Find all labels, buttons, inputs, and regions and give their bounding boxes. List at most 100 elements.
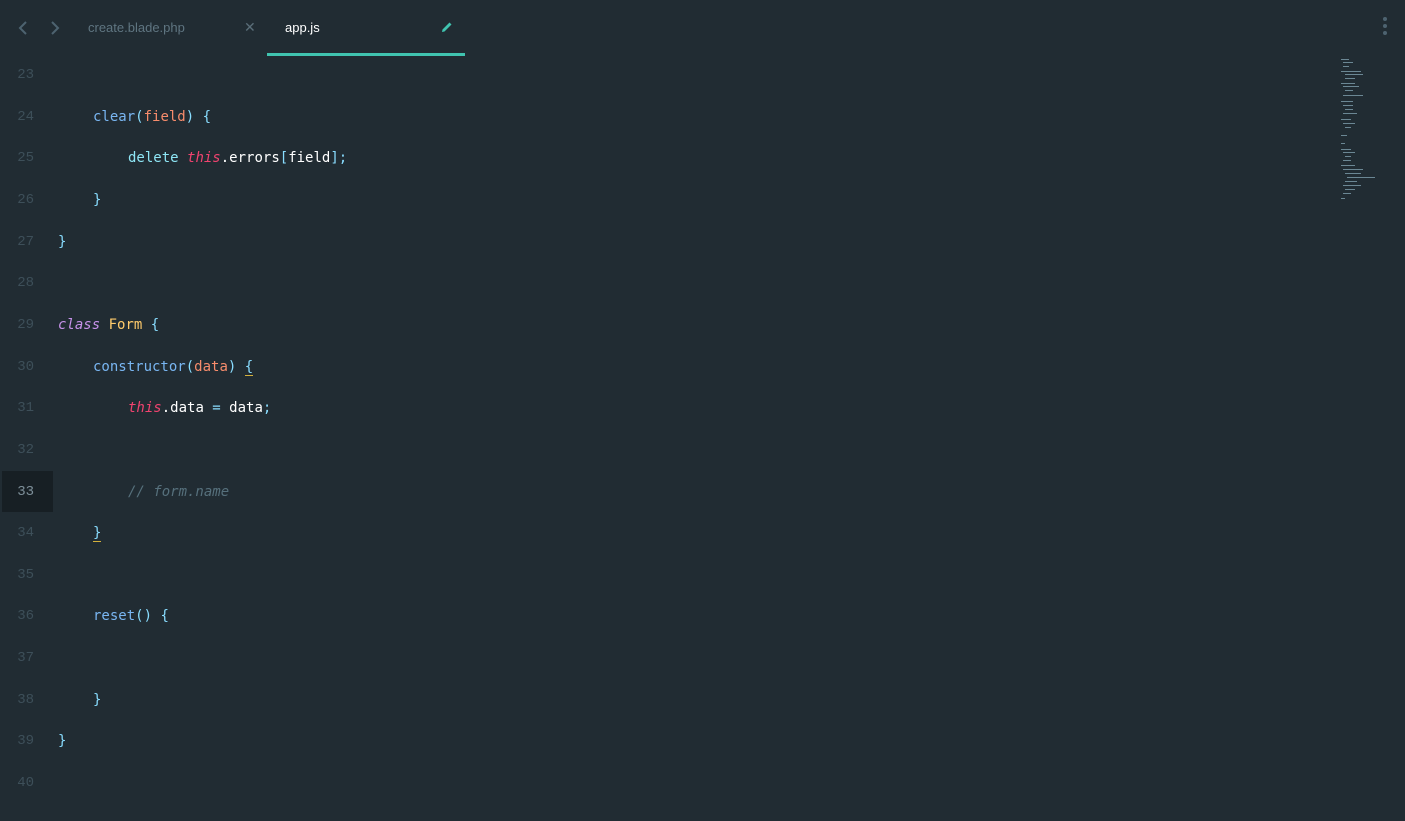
line-number: 31 <box>17 400 34 417</box>
line-number: 34 <box>17 525 34 542</box>
code-text: delete this.errors[field]; <box>128 149 347 167</box>
code-token: constructor <box>93 358 186 375</box>
code-token: data <box>170 400 204 417</box>
code-line[interactable]: 32 <box>0 429 1405 471</box>
code-token: Form <box>108 316 143 333</box>
line-number: 24 <box>17 108 34 125</box>
code-line[interactable]: 35 <box>0 554 1405 596</box>
code-line[interactable]: 40 <box>0 762 1405 804</box>
code-token: class <box>58 316 101 333</box>
code-line[interactable]: 26} <box>0 179 1405 221</box>
line-number: 39 <box>17 733 34 750</box>
code-token: } <box>93 691 102 708</box>
code-token: this <box>128 400 162 417</box>
code-token: field <box>143 108 186 125</box>
pencil-icon[interactable] <box>441 21 453 33</box>
code-text: class Form { <box>58 316 159 334</box>
code-line[interactable]: 39} <box>0 720 1405 762</box>
tab-bar: create.blade.php ✕ app.js <box>0 0 1405 56</box>
code-line[interactable]: 31 this.data = data; <box>0 387 1405 429</box>
forward-button[interactable] <box>46 18 62 38</box>
code-token: . <box>161 400 171 417</box>
code-token: { <box>202 108 212 125</box>
tab-label: create.blade.php <box>88 20 185 35</box>
code-line[interactable]: 24 clear(field) { <box>0 96 1405 138</box>
line-number: 28 <box>17 275 34 292</box>
line-number: 32 <box>17 441 34 458</box>
code-line[interactable]: 36 reset() { <box>0 595 1405 637</box>
code-token: data <box>229 400 263 417</box>
code-line[interactable]: 28 <box>0 262 1405 304</box>
back-button[interactable] <box>16 18 32 38</box>
code-token: } <box>93 191 102 208</box>
code-token: { <box>160 608 169 625</box>
code-text: } <box>58 732 66 750</box>
chevron-right-icon <box>51 21 60 35</box>
line-number: 36 <box>17 608 34 625</box>
code-line[interactable]: 27} <box>0 221 1405 263</box>
line-number: 26 <box>17 191 34 208</box>
code-text: constructor(data) { <box>93 358 254 376</box>
code-token: this <box>187 150 221 167</box>
chevron-left-icon <box>18 21 27 35</box>
code-token: } <box>93 525 102 543</box>
code-token: } <box>58 733 67 750</box>
code-token: [ <box>279 150 289 167</box>
code-token: field <box>288 150 331 167</box>
code-text: clear(field) { <box>93 108 211 126</box>
code-token: errors <box>229 150 280 167</box>
code-token: = <box>203 400 230 417</box>
code-text: // form.name <box>128 483 229 501</box>
code-token: } <box>58 233 67 250</box>
code-text: } <box>93 691 101 709</box>
line-number: 25 <box>17 150 34 167</box>
code-line[interactable]: 30 constructor(data) { <box>0 346 1405 388</box>
code-token: data <box>194 358 228 375</box>
line-number: 33 <box>17 483 34 500</box>
code-token: ( <box>135 108 144 125</box>
code-token: reset <box>93 608 136 625</box>
code-line[interactable]: 23 <box>0 54 1405 96</box>
line-number: 27 <box>17 233 34 250</box>
line-number: 29 <box>17 316 34 333</box>
line-number: 38 <box>17 691 34 708</box>
code-editor[interactable]: 23 24 clear(field) {25 delete this.errors[f… <box>0 54 1405 821</box>
code-token: () <box>135 608 153 625</box>
tab-app-js[interactable]: app.js <box>267 0 465 56</box>
line-number: 40 <box>17 775 34 792</box>
tab-label: app.js <box>285 20 320 35</box>
code-token: ( <box>185 358 195 375</box>
code-line[interactable]: 29 class Form { <box>0 304 1405 346</box>
code-token: delete <box>128 150 179 167</box>
code-token: { <box>150 316 160 333</box>
code-token: ) <box>185 108 195 125</box>
code-line[interactable]: 33 // form.name <box>0 470 1405 513</box>
code-token: // form.name <box>128 483 230 500</box>
line-number: 30 <box>17 358 34 375</box>
code-line[interactable]: 38} <box>0 679 1405 721</box>
tab-create-blade-php[interactable]: create.blade.php ✕ <box>70 0 267 56</box>
code-token: ]; <box>330 150 348 167</box>
code-line[interactable]: 34} <box>0 512 1405 554</box>
line-number: 35 <box>17 566 34 583</box>
more-vertical-icon[interactable] <box>1378 17 1392 39</box>
line-number: 23 <box>17 67 34 83</box>
code-token: ; <box>262 400 272 417</box>
minimap[interactable] <box>1338 57 1380 207</box>
close-icon[interactable]: ✕ <box>244 18 256 36</box>
code-line[interactable]: 37 <box>0 637 1405 679</box>
code-text: } <box>93 191 101 209</box>
line-number: 37 <box>17 650 34 667</box>
code-text: } <box>58 233 66 251</box>
code-token: . <box>220 150 230 167</box>
code-text: } <box>93 524 102 543</box>
code-token: clear <box>93 108 136 125</box>
code-line[interactable]: 25 delete this.errors[field]; <box>0 137 1405 179</box>
code-token: { <box>244 358 254 376</box>
code-text: reset() { <box>93 607 169 625</box>
